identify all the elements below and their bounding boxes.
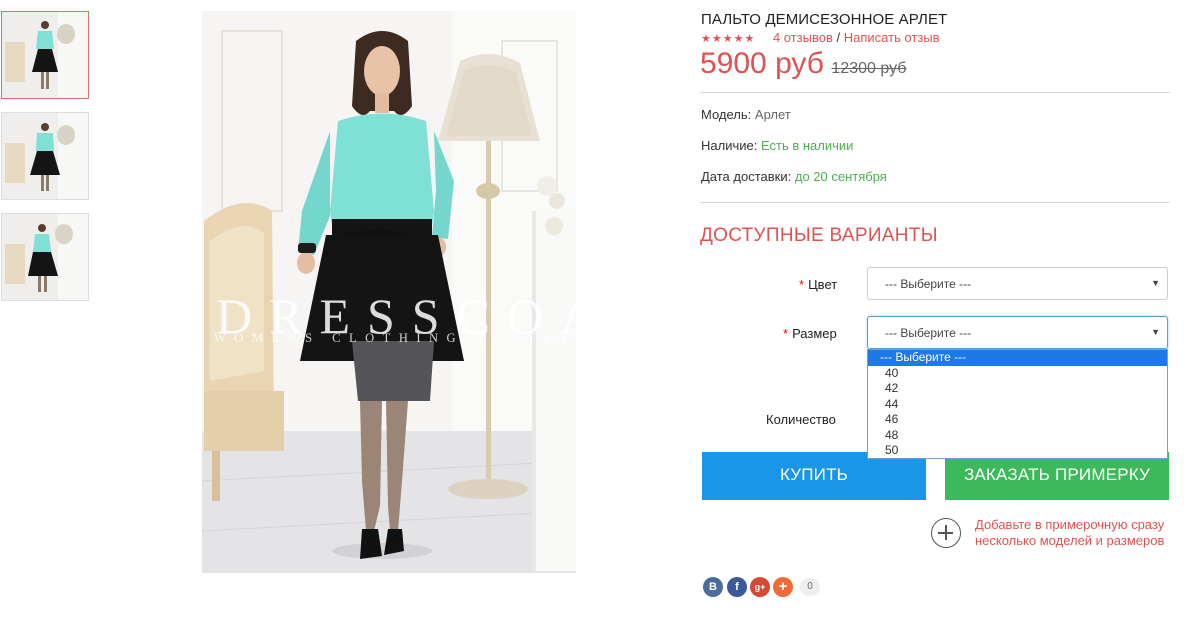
required-mark: * xyxy=(799,277,805,292)
size-label: * Размер xyxy=(783,326,837,341)
price-block: 5900 руб 12300 руб xyxy=(700,47,906,81)
size-option[interactable]: 42 xyxy=(868,381,1167,397)
model-value: Арлет xyxy=(754,107,791,122)
stock-line: Наличие: Есть в наличии xyxy=(701,138,853,153)
color-label: * Цвет xyxy=(799,277,837,292)
main-product-image[interactable]: DRESSCOAT WOMENS CLOTHING BOUTIQUE xyxy=(202,11,576,573)
quantity-label: Количество xyxy=(766,412,836,427)
size-option[interactable]: --- Выберите --- xyxy=(868,350,1167,366)
divider xyxy=(700,92,1170,93)
watermark-subtitle: WOMENS CLOTHING BOUTIQUE xyxy=(214,331,576,345)
write-review-link[interactable]: Написать отзыв xyxy=(844,30,940,45)
more-share-icon[interactable]: + xyxy=(773,577,793,597)
color-select-value: --- Выберите --- xyxy=(885,277,972,291)
vk-icon[interactable]: B xyxy=(703,577,723,597)
rating-stars-icon: ★★★★★ xyxy=(701,33,756,45)
add-to-fitting-plus-icon[interactable] xyxy=(931,518,961,548)
options-title: ДОСТУПНЫЕ ВАРИАНТЫ xyxy=(700,225,938,246)
delivery-label: Дата доставки: xyxy=(701,169,792,184)
divider xyxy=(700,202,1170,203)
size-option[interactable]: 44 xyxy=(868,397,1167,413)
model-line: Модель: Арлет xyxy=(701,107,791,122)
price-new: 5900 руб xyxy=(700,47,824,80)
size-select[interactable]: --- Выберите --- ▼ xyxy=(867,316,1168,349)
size-label-text: Размер xyxy=(792,326,837,341)
product-title: ПАЛЬТО ДЕМИСЕЗОННОЕ АРЛЕТ xyxy=(701,11,948,28)
chevron-down-icon: ▼ xyxy=(1151,327,1160,337)
delivery-value: до 20 сентября xyxy=(794,169,887,184)
chevron-down-icon: ▼ xyxy=(1151,278,1160,288)
color-select[interactable]: --- Выберите --- ▼ xyxy=(867,267,1168,300)
size-option[interactable]: 48 xyxy=(868,428,1167,444)
delivery-line: Дата доставки: до 20 сентября xyxy=(701,169,887,184)
fitting-note: Добавьте в примерочную сразу несколько м… xyxy=(975,517,1165,548)
size-dropdown-list: --- Выберите --- 40 42 44 46 48 50 xyxy=(867,349,1168,459)
size-option[interactable]: 46 xyxy=(868,412,1167,428)
share-count: 0 xyxy=(800,578,820,596)
price-old: 12300 руб xyxy=(831,60,907,77)
facebook-icon[interactable]: f xyxy=(727,577,747,597)
size-option[interactable]: 40 xyxy=(868,366,1167,382)
rating-separator: / xyxy=(836,30,841,45)
model-label: Модель: xyxy=(701,107,752,122)
color-label-text: Цвет xyxy=(808,277,838,292)
thumbnail-3[interactable] xyxy=(1,213,89,301)
size-option[interactable]: 50 xyxy=(868,443,1167,459)
stock-value: Есть в наличии xyxy=(760,138,854,153)
reviews-link[interactable]: 4 отзывов xyxy=(773,30,833,45)
required-mark: * xyxy=(783,326,789,341)
rating-row: ★★★★★ 4 отзывов / Написать отзыв xyxy=(701,30,940,45)
size-select-value: --- Выберите --- xyxy=(885,326,972,340)
stock-label: Наличие: xyxy=(701,138,758,153)
buy-button[interactable]: КУПИТЬ xyxy=(702,452,926,500)
thumbnail-2[interactable] xyxy=(1,112,89,200)
thumbnail-1[interactable] xyxy=(1,11,89,99)
google-plus-icon[interactable]: g+ xyxy=(750,577,770,597)
order-fitting-button[interactable]: ЗАКАЗАТЬ ПРИМЕРКУ xyxy=(945,452,1169,500)
